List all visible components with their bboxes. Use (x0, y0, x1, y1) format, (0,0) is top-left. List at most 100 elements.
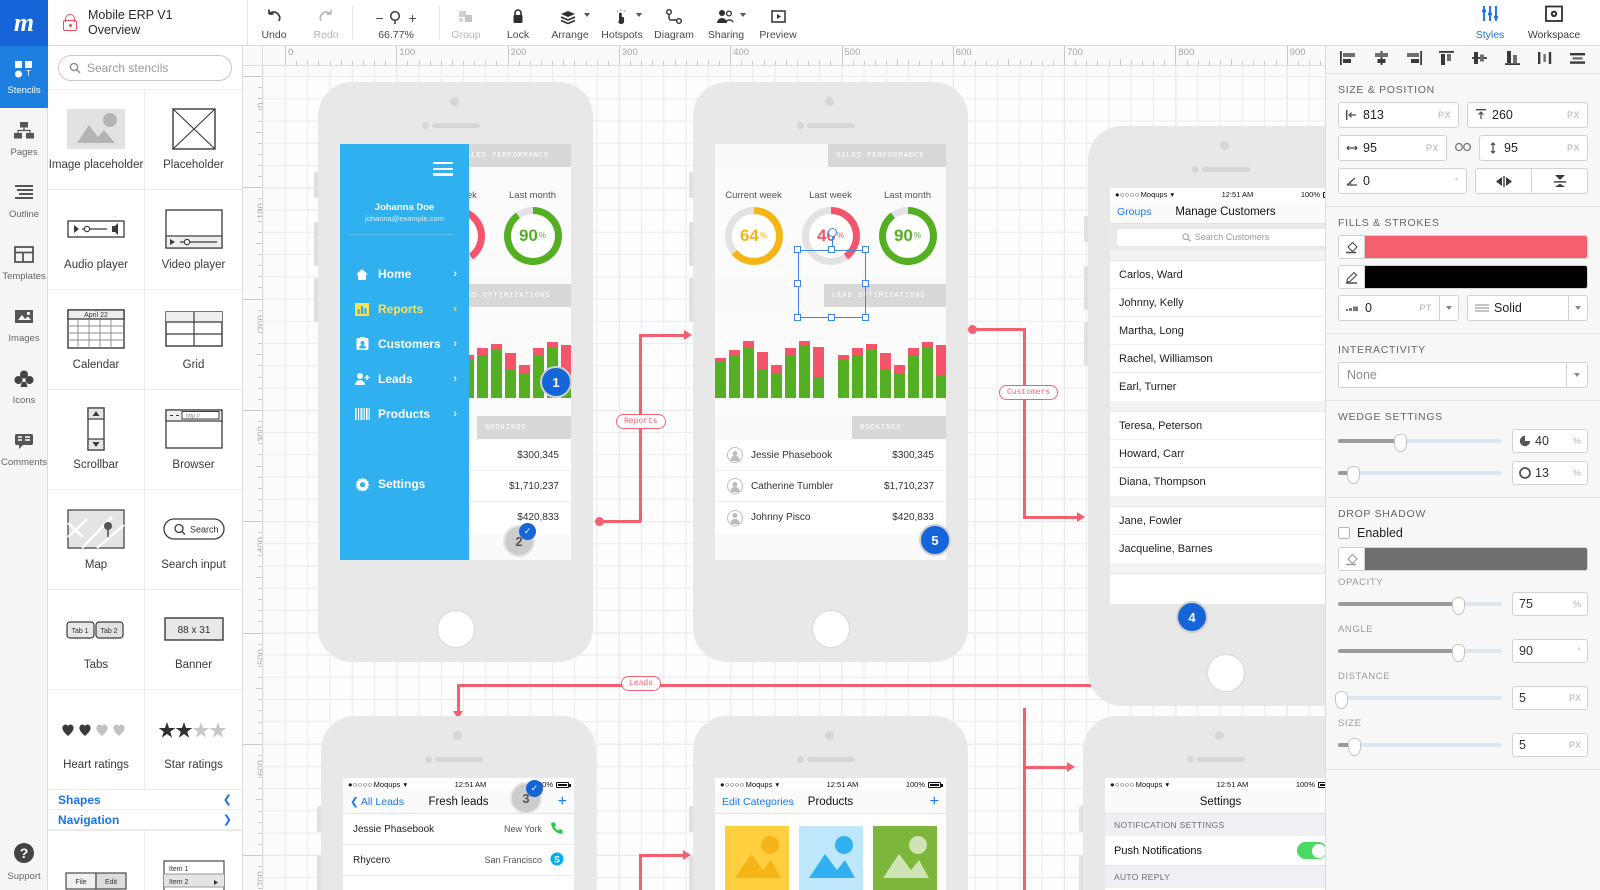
angle-field[interactable]: 0 ° (1338, 168, 1467, 194)
stencil-item-image-placeholder[interactable]: Image placeholder (48, 90, 145, 190)
sidebar-item-comments[interactable]: Comments (0, 418, 48, 480)
wedge-value-2[interactable]: 13 % (1512, 461, 1588, 485)
stroke-width-dropdown[interactable] (1439, 295, 1459, 321)
product-tile[interactable] (873, 826, 937, 890)
stroke-style-dropdown[interactable] (1568, 295, 1588, 321)
wedge-slider-2[interactable] (1338, 466, 1502, 484)
design-canvas[interactable]: Reports Customers Leads SALES PERFORMANC… (263, 66, 1325, 890)
connector-label-leads[interactable]: Leads (621, 676, 662, 691)
stencil-item-grid[interactable]: Grid (145, 290, 242, 390)
drawer-item-reports[interactable]: Reports ‹ (340, 294, 469, 324)
align-left-icon[interactable] (1339, 51, 1357, 68)
search-customers-input[interactable]: Search Customers (1117, 228, 1325, 246)
resize-handle-ne[interactable] (862, 246, 869, 253)
skype-icon[interactable]: S (550, 852, 564, 869)
opacity-value[interactable]: 75% (1512, 592, 1588, 616)
add-button[interactable]: + (930, 794, 939, 810)
zoom-out-button[interactable]: − (375, 10, 383, 26)
home-button[interactable] (436, 610, 475, 648)
home-button[interactable] (811, 610, 850, 648)
distribute-h-icon[interactable] (1536, 51, 1553, 68)
align-middle-icon[interactable] (1471, 51, 1488, 68)
edit-categories-button[interactable]: Edit Categories (722, 796, 794, 808)
settings-row-push-notifications[interactable]: Push Notifications (1105, 836, 1325, 866)
stencil-item-search-input[interactable]: Search Search input (145, 490, 242, 590)
nav-left-button[interactable]: Groups (1117, 206, 1151, 218)
size-slider[interactable] (1338, 738, 1502, 756)
sharing-button[interactable]: Sharing (700, 0, 752, 45)
connector-label-customers[interactable]: Customers (999, 385, 1059, 400)
interactivity-select[interactable]: None (1338, 362, 1588, 388)
menu-icon[interactable] (433, 162, 453, 176)
sidebar-item-icons[interactable]: Icons (0, 356, 48, 418)
stroke-width-field[interactable]: 0 PT (1338, 295, 1439, 321)
toggle-switch[interactable] (1297, 842, 1325, 859)
stroke-style-field[interactable]: Solid (1467, 295, 1568, 321)
search-input[interactable]: Search stencils (58, 55, 232, 81)
align-top-icon[interactable] (1438, 51, 1455, 68)
stencil-item-video-player[interactable]: Video player (145, 190, 242, 290)
pencil-icon[interactable] (1339, 266, 1365, 288)
stencil-item-star-ratings[interactable]: Star ratings (145, 690, 242, 790)
drop-shadow-enabled-row[interactable]: Enabled (1338, 526, 1588, 540)
list-item[interactable]: Jacqueline, Barnes (1110, 535, 1325, 563)
checkbox[interactable] (1338, 527, 1350, 539)
flip-horizontal-button[interactable] (1475, 168, 1531, 194)
y-position-field[interactable]: 260 PX (1467, 102, 1588, 128)
distribute-v-icon[interactable] (1569, 51, 1586, 68)
resize-handle-nw[interactable] (794, 246, 801, 253)
sidebar-item-pages[interactable]: Pages (0, 108, 48, 170)
navigation-drawer[interactable]: Johanna Doe johanna@example.com Home › R… (340, 144, 469, 560)
workspace-tab[interactable]: Workspace (1522, 0, 1586, 45)
chevron-down-icon[interactable] (1566, 363, 1587, 387)
rotate-handle[interactable] (828, 228, 837, 237)
list-item[interactable]: Diana, Thompson (1110, 468, 1325, 496)
hotspot-badge-4[interactable]: 4 (1176, 601, 1208, 633)
lead-row[interactable]: Rhycero San Francisco S (343, 845, 574, 876)
preview-button[interactable]: Preview (752, 0, 804, 45)
sidebar-item-images[interactable]: Images (0, 294, 48, 356)
lead-row[interactable]: Jessie Phasebook New York (343, 814, 574, 845)
shadow-color-row[interactable] (1338, 547, 1588, 571)
stencil-item-banner[interactable]: 88 x 31 Banner (145, 590, 242, 690)
hotspot-badge-2[interactable]: 2 ✓ (503, 523, 536, 557)
stencil-item-placeholder[interactable]: Placeholder (145, 90, 242, 190)
size-value[interactable]: 5 PX (1512, 733, 1588, 757)
fill-bucket-icon[interactable] (1339, 236, 1365, 258)
stencil-item-tabs[interactable]: Tab 1 Tab 2 Tabs (48, 590, 145, 690)
drawer-item-products[interactable]: Products › (340, 399, 469, 429)
resize-handle-se[interactable] (862, 314, 869, 321)
stroke-color-row[interactable] (1338, 265, 1588, 289)
x-position-field[interactable]: 813 PX (1338, 102, 1459, 128)
product-tile[interactable] (725, 826, 789, 890)
undo-button[interactable]: Undo (248, 0, 300, 45)
stencil-item-scrollbar[interactable]: Scrollbar (48, 390, 145, 490)
add-button[interactable]: + (558, 794, 567, 810)
height-field[interactable]: 95 PX (1479, 135, 1588, 161)
back-button[interactable]: ❮ All Leads (350, 796, 404, 808)
drawer-item-customers[interactable]: Customers › (340, 329, 469, 359)
fill-bucket-icon[interactable] (1339, 548, 1365, 570)
list-item[interactable]: Jane, Fowler (1110, 507, 1325, 535)
connector-label-reports[interactable]: Reports (616, 414, 666, 429)
lock-icon[interactable] (62, 13, 78, 32)
hotspots-button[interactable]: Hotspots (596, 0, 648, 45)
wedge-slider-1[interactable] (1338, 434, 1502, 452)
stroke-color-swatch[interactable] (1365, 266, 1587, 288)
distance-value[interactable]: 5 PX (1512, 686, 1588, 710)
list-item[interactable]: Howard, Carr (1110, 440, 1325, 468)
lock-button[interactable]: Lock (492, 0, 544, 45)
angle-value[interactable]: 90 ° (1512, 639, 1588, 663)
stencil-item-menu-bar[interactable]: File Edit (48, 831, 145, 890)
zoom-in-button[interactable]: + (409, 10, 417, 26)
width-field[interactable]: 95 PX (1338, 135, 1447, 161)
support-button[interactable]: ? Support (0, 841, 48, 882)
fill-color-row[interactable] (1338, 235, 1588, 259)
resize-handle-w[interactable] (794, 280, 801, 287)
resize-handle-e[interactable] (862, 280, 869, 287)
sidebar-item-outline[interactable]: Outline (0, 170, 48, 232)
phone-mockup-products[interactable]: ●○○○○ Moqups ▾ 12:51 AM 100% Edit Catego… (689, 716, 968, 890)
opacity-slider[interactable] (1338, 597, 1502, 615)
stencil-section-navigation[interactable]: Navigation ❯ (48, 810, 242, 830)
diagram-button[interactable]: Diagram (648, 0, 700, 45)
